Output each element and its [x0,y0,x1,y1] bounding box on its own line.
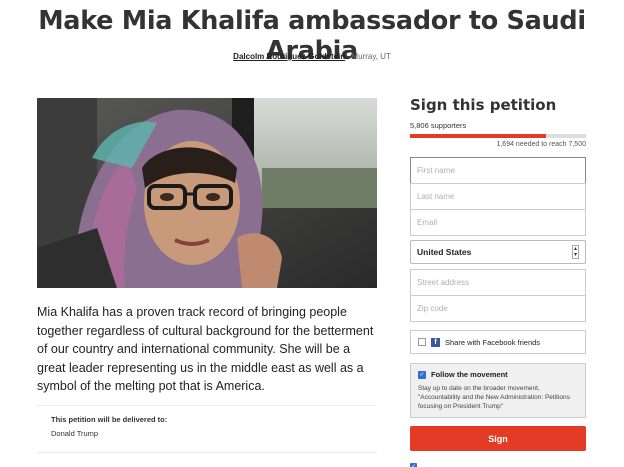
delivery-box: This petition will be delivered to: Dona… [37,405,377,438]
country-value: United States [417,247,472,257]
last-name-field[interactable] [410,183,586,210]
sign-panel: Sign this petition 5,806 supporters 1,69… [410,96,588,451]
dropdown-icon: ▴ ▾ [572,245,579,259]
street-address-field[interactable] [410,269,586,296]
country-select[interactable]: United States ▴ ▾ [410,240,586,264]
supporters-count: 5,806 supporters [410,121,467,130]
checkbox-icon[interactable] [418,338,426,346]
author-link[interactable]: Dalcolm Rodriguez-Goldstein [233,52,345,61]
delivered-target: Donald Trump [51,429,99,438]
byline: Dalcolm Rodriguez-Goldstein Murray, UT [0,52,624,61]
checkbox-icon[interactable]: ✓ [410,463,417,467]
facebook-share-option[interactable]: f Share with Facebook friends [410,330,586,354]
petition-photo [37,98,377,288]
author-location: Murray, UT [351,52,391,61]
zip-code-field[interactable] [410,295,586,322]
cutoff-option[interactable]: ✓ [410,463,422,467]
follow-text: Stay up to date on the broader movement,… [418,385,570,410]
petition-description: Mia Khalifa has a proven track record of… [37,305,374,393]
first-name-field[interactable] [410,157,586,184]
progress-bar [410,134,586,138]
follow-label: Follow the movement [431,370,508,379]
facebook-icon: f [431,337,440,347]
sign-heading: Sign this petition [410,96,557,114]
divider [37,452,377,453]
progress-fill [410,134,547,138]
email-field[interactable] [410,209,586,236]
checkbox-icon[interactable]: ✓ [418,370,426,379]
facebook-share-label: Share with Facebook friends [445,337,541,347]
delivered-label: This petition will be delivered to: [51,415,168,424]
sign-button[interactable]: Sign [410,426,586,451]
follow-movement-box: ✓ Follow the movement Stay up to date on… [410,363,586,418]
needed-count: 1,694 needed to reach 7,500 [496,141,586,148]
